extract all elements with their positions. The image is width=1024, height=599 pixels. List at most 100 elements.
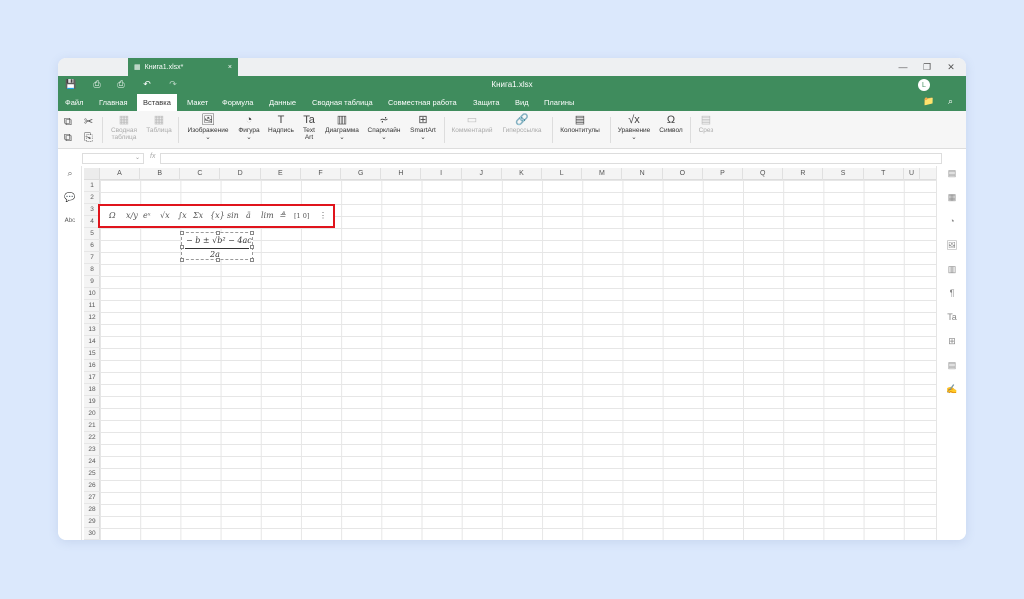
column-header[interactable]: T [864,168,904,180]
copy-button[interactable]: ⧉ [64,115,72,129]
image-button[interactable]: 🖼 Изображение ⌄ [184,113,232,141]
spellcheck-icon[interactable]: ᴬᵇᶜ [58,216,82,226]
menu-home[interactable]: Главная [99,94,128,111]
column-header[interactable]: O [663,168,703,180]
column-header[interactable]: R [783,168,824,180]
menu-pivot-table[interactable]: Сводная таблица [312,94,373,111]
chart-button[interactable]: ▥ Диаграмма ⌄ [322,113,362,141]
column-header[interactable]: P [703,168,743,180]
column-header[interactable]: U [904,168,920,180]
column-header[interactable]: E [261,168,301,180]
document-tab[interactable]: ▦ Книга1.xlsx* × [128,58,238,76]
row-header[interactable]: 14 [84,336,100,348]
column-header[interactable]: K [502,168,542,180]
row-header[interactable]: 6 [84,240,100,252]
eq-script-button[interactable]: eˣ [143,211,151,220]
column-header[interactable]: J [462,168,502,180]
eq-function-button[interactable]: sin [227,211,239,220]
headers-footers-button[interactable]: ▤ Колонтитулы [556,113,604,134]
function-icon[interactable]: fx [150,153,155,160]
menu-formula[interactable]: Формула [222,94,253,111]
resize-handle[interactable] [180,231,184,235]
menu-file[interactable]: Файл [65,94,83,111]
restore-button[interactable]: ❐ [914,58,940,76]
eq-operator-button[interactable]: ≜ [279,211,286,220]
search-icon[interactable]: ⌕ [948,96,953,107]
row-header[interactable]: 16 [84,360,100,372]
close-tab-icon[interactable]: × [228,64,232,71]
table-settings-icon[interactable]: ▦ [937,192,966,203]
equation-button[interactable]: √x Уравнение ⌄ [614,113,654,141]
resize-handle[interactable] [250,258,254,262]
close-window-button[interactable]: ✕ [938,58,964,76]
row-header[interactable]: 20 [84,408,100,420]
row-header[interactable]: 23 [84,444,100,456]
column-header[interactable]: C [180,168,221,180]
column-header[interactable]: G [341,168,382,180]
eq-limit-button[interactable]: lim [261,211,274,220]
column-header[interactable]: D [221,168,261,180]
row-header[interactable]: 13 [84,324,100,336]
row-header[interactable]: 1 [84,180,100,192]
row-header[interactable]: 22 [84,432,100,444]
cut-button[interactable]: ✂ [84,115,93,129]
more-options-icon[interactable]: ⋮ [319,211,327,220]
image-settings-icon[interactable]: 🖼 [937,240,966,251]
equation-object[interactable]: − b ± √b² − 4ac 2a [180,231,254,262]
resize-handle[interactable] [216,231,220,235]
row-header[interactable]: 5 [84,228,100,240]
row-header[interactable]: 2 [84,192,100,204]
name-box[interactable]: ⌄ [82,153,144,164]
row-header[interactable]: 18 [84,384,100,396]
column-header[interactable]: B [140,168,181,180]
row-header[interactable]: 9 [84,276,100,288]
folder-icon[interactable]: 📁 [923,96,934,107]
row-header[interactable]: 17 [84,372,100,384]
textart-button[interactable]: Ta Text Art [298,113,320,141]
eq-large-operator-button[interactable]: Σx [193,211,203,220]
resize-handle[interactable] [180,245,184,249]
comment-button[interactable]: ▭ Комментарий [450,113,494,134]
chart-settings-icon[interactable]: ▥ [937,264,966,275]
column-header[interactable]: M [582,168,623,180]
sparkline-button[interactable]: ⩫ Спарклайн ⌄ [364,113,404,141]
eq-matrix-button[interactable]: [1 0] [294,212,309,220]
column-header[interactable]: Q [743,168,784,180]
row-header[interactable]: 12 [84,312,100,324]
cell-settings-icon[interactable]: ▤ [937,168,966,179]
menu-view[interactable]: Вид [515,94,529,111]
menu-plugins[interactable]: Плагины [544,94,574,111]
row-header[interactable]: 24 [84,456,100,468]
row-header[interactable]: 28 [84,504,100,516]
row-header[interactable]: 30 [84,528,100,540]
table-button[interactable]: ▦ Таблица [144,113,174,134]
symbol-button[interactable]: Ω Символ [656,113,686,134]
eq-accent-button[interactable]: ä [246,211,251,220]
column-header[interactable]: S [824,168,864,180]
shape-settings-icon[interactable]: ◔ [937,216,966,226]
format-painter-button[interactable]: ⎘ [84,131,93,145]
menu-data[interactable]: Данные [269,94,296,111]
resize-handle[interactable] [180,258,184,262]
menu-protection[interactable]: Защита [473,94,500,111]
eq-symbols-button[interactable]: Ω [109,211,116,220]
row-header[interactable]: 25 [84,468,100,480]
eq-bracket-button[interactable]: {x} [210,211,225,220]
hyperlink-button[interactable]: 🔗 Гиперссылка [498,113,546,134]
textart-settings-icon[interactable]: Ta [937,312,966,322]
row-header[interactable]: 27 [84,492,100,504]
row-header[interactable]: 10 [84,288,100,300]
row-header[interactable]: 11 [84,300,100,312]
search-icon[interactable]: ⌕ [58,168,82,179]
slicer-settings-icon[interactable]: ▤ [937,360,966,371]
menu-collaboration[interactable]: Совместная работа [388,94,457,111]
smartart-button[interactable]: ⊞ SmartArt ⌄ [406,113,440,141]
column-header[interactable]: A [100,168,140,180]
select-all-corner[interactable] [84,168,100,180]
row-header[interactable]: 7 [84,252,100,264]
minimize-button[interactable]: — [890,58,916,76]
paste-button[interactable]: ⧉ [64,131,72,145]
eq-integral-button[interactable]: ∫x [178,211,187,220]
resize-handle[interactable] [250,231,254,235]
shape-button[interactable]: ◔ Фигура ⌄ [234,113,264,141]
